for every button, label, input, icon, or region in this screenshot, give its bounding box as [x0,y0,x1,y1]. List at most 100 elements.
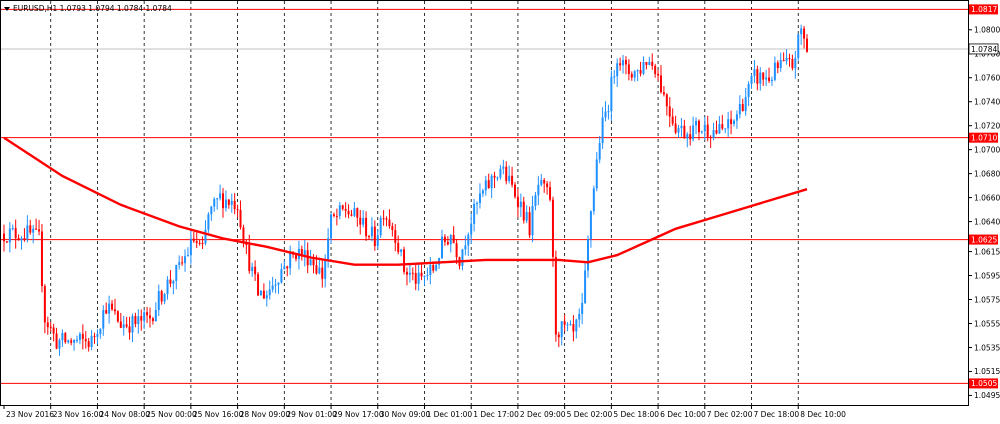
candle-body [557,334,560,338]
level-label-text: 1.0710 [971,133,997,142]
level-label-text: 1.0505 [971,379,997,388]
candle-body [639,70,642,74]
candle-body [207,214,210,230]
candle-body [712,130,715,139]
candle-body [350,214,353,216]
candle-body [703,124,706,132]
candle-body [683,125,686,139]
candle-body [324,259,327,279]
candle-body [636,70,639,72]
candle-body [429,265,432,276]
candle-body [134,316,137,325]
candle-body [776,62,779,69]
candle-body [432,265,435,271]
candle-body [464,245,467,250]
candle-body [627,64,630,74]
candle-body [721,124,724,129]
candle-body [785,57,788,62]
candle-body [280,269,283,283]
candle-body [420,272,423,277]
candle-body [476,203,479,205]
candle-body [38,229,41,232]
candle-body [642,62,645,74]
price-chart[interactable]: 1.08001.07801.07601.07401.07201.07001.06… [0,0,1000,424]
candle-body [674,123,677,133]
candle-body [140,316,143,321]
candle-body [254,266,257,275]
candle-body [470,223,473,235]
candle-body [408,272,411,275]
price-tick-label: 1.0575 [974,295,1000,304]
candle-body [735,114,738,121]
candle-body [467,234,470,246]
candle-body [257,274,260,296]
candle-body [622,59,625,66]
candle-body [330,214,333,239]
candle-body [81,333,84,339]
candle-body [680,125,683,129]
candle-body [143,312,146,321]
candle [116,310,119,323]
candle-body [242,227,245,244]
candle-body [660,75,662,93]
candle-body [268,289,271,296]
time-tick-label: 1 Dec 01:00 [426,410,472,419]
candle-body [271,285,274,290]
candle-body [93,335,96,337]
candle [207,212,210,233]
candle-body [87,341,90,348]
candle-body [61,332,64,341]
candle-body [449,234,452,245]
candle-body [181,262,184,264]
candle-body [516,196,519,208]
price-tick-label: 1.0740 [974,98,1000,107]
candle-body [534,195,537,206]
candle-body [584,270,587,303]
time-tick-label: 7 Dec 18:00 [754,410,800,419]
current-price-text: 1.0784 [971,45,997,54]
candle-body [738,104,741,115]
candle-body [131,316,134,333]
candle-body [662,92,665,95]
candle-body [473,203,476,224]
candle-body [519,201,522,208]
candle [554,250,557,342]
candle-body [210,206,213,215]
candle-body [478,193,481,204]
candle-body [610,76,613,112]
candle-body [499,168,502,178]
current-price-label: 1.0784 [968,43,999,55]
candle-body [122,324,125,328]
candle-body [400,249,403,252]
candle-body [362,217,365,225]
candle-body [668,106,671,117]
candle-body [806,38,808,52]
chart-title: EURUSD,H1 1.0793 1.0794 1.0784 1.0784 [4,4,172,13]
candle-body [216,198,219,200]
candle-body [46,322,49,328]
candle-body [563,321,566,325]
price-tick-label: 1.0495 [974,391,1000,400]
candle-body [397,242,400,252]
candle-body [624,59,627,65]
candle-body [99,328,102,335]
candle-body [797,34,800,58]
price-tick-label: 1.0595 [974,271,1000,280]
price-tick-label: 1.0615 [974,247,1000,256]
candle-body [146,312,149,316]
candle-body [551,199,554,257]
candle-body [230,200,233,205]
candle-body [607,111,610,113]
candle-body [14,228,17,239]
candle-body [630,73,633,78]
candle-body [727,119,730,129]
candle-body [487,180,490,189]
price-tick-label: 1.0700 [974,145,1000,154]
candle-body [508,175,511,182]
candle-body [403,249,406,272]
candle-body [411,272,414,274]
candle-body [443,236,446,242]
candle-body [514,184,516,197]
candle-body [236,209,239,211]
candle-body [441,236,443,259]
